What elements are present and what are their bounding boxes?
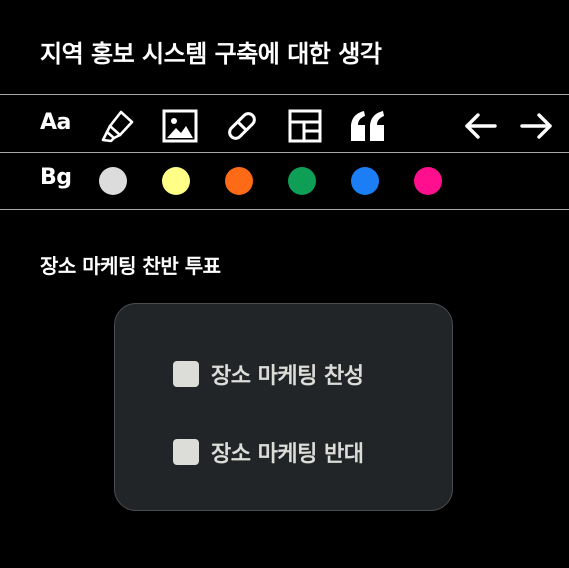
divider-top bbox=[0, 94, 569, 95]
arrow-left-icon[interactable] bbox=[461, 106, 501, 146]
quote-icon[interactable] bbox=[348, 106, 388, 146]
background-label: Bg bbox=[40, 165, 72, 190]
color-swatch-yellow[interactable] bbox=[162, 167, 190, 195]
poll-option-label: 장소 마케팅 반대 bbox=[211, 442, 364, 467]
color-swatch-green[interactable] bbox=[288, 167, 316, 195]
background-color-bar: Bg bbox=[0, 153, 569, 209]
poll-option-agree[interactable]: 장소 마케팅 찬성 bbox=[173, 358, 364, 390]
color-swatch-gray[interactable] bbox=[99, 167, 127, 195]
layout-icon[interactable] bbox=[285, 106, 325, 146]
color-swatch-orange[interactable] bbox=[225, 167, 253, 195]
divider-bottom bbox=[0, 209, 569, 210]
poll-option-label: 장소 마케팅 찬성 bbox=[211, 364, 364, 389]
poll-card: 장소 마케팅 찬성 장소 마케팅 반대 bbox=[114, 303, 453, 511]
highlighter-icon[interactable] bbox=[98, 106, 138, 146]
page-title: 지역 홍보 시스템 구축에 대한 생각 bbox=[40, 40, 382, 68]
poll-title: 장소 마케팅 찬반 투표 bbox=[40, 254, 221, 278]
text-style-button[interactable]: Aa bbox=[40, 110, 71, 135]
link-icon[interactable] bbox=[222, 106, 262, 146]
image-icon[interactable] bbox=[160, 106, 200, 146]
color-swatch-blue[interactable] bbox=[351, 167, 379, 195]
disagree-checkbox[interactable] bbox=[173, 439, 199, 465]
poll-option-disagree[interactable]: 장소 마케팅 반대 bbox=[173, 436, 364, 468]
agree-checkbox[interactable] bbox=[173, 361, 199, 387]
color-swatch-pink[interactable] bbox=[414, 167, 442, 195]
arrow-right-icon[interactable] bbox=[516, 106, 556, 146]
format-toolbar: Aa bbox=[0, 96, 569, 152]
